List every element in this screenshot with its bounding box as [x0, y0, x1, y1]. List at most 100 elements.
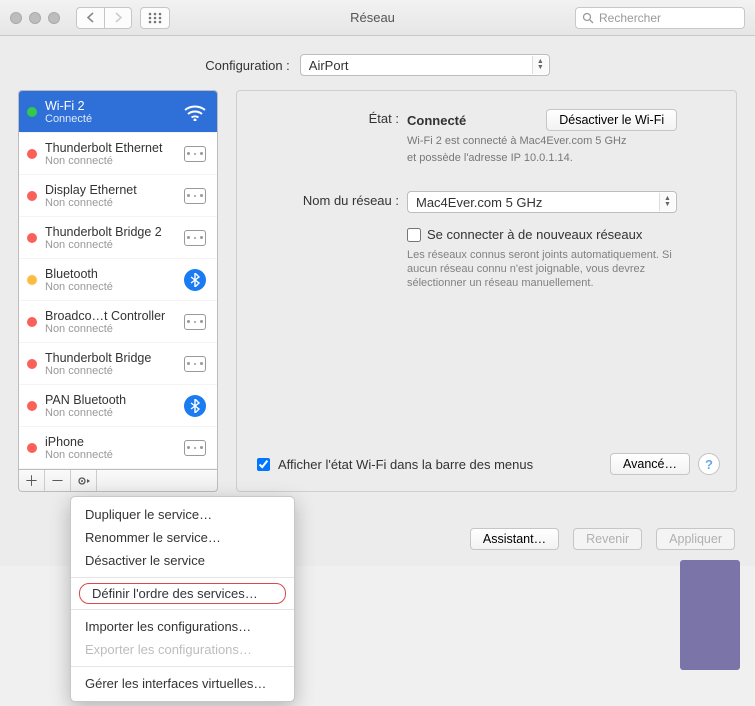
chevron-left-icon — [86, 12, 95, 23]
network-name-select[interactable]: Mac4Ever.com 5 GHz ▲▼ — [407, 191, 677, 213]
search-placeholder: Rechercher — [599, 11, 661, 25]
service-name: PAN Bluetooth — [45, 393, 173, 407]
status-dot-icon — [27, 317, 37, 327]
revert-button[interactable]: Revenir — [573, 528, 642, 550]
network-name-value: Mac4Ever.com 5 GHz — [416, 195, 542, 210]
location-row: Configuration : AirPort ▲▼ — [0, 36, 755, 90]
service-name: Thunderbolt Bridge — [45, 351, 173, 365]
ethernet-icon — [181, 353, 209, 375]
menu-duplicate-service[interactable]: Dupliquer le service… — [71, 503, 294, 526]
grid-icon — [148, 12, 162, 24]
remove-service-button[interactable]: － — [45, 470, 71, 491]
status-value: Connecté — [407, 113, 466, 128]
status-dot-icon — [27, 275, 37, 285]
toggle-wifi-button[interactable]: Désactiver le Wi-Fi — [546, 109, 677, 131]
menu-separator — [71, 609, 294, 610]
service-name: iPhone — [45, 435, 173, 449]
ethernet-icon — [181, 227, 209, 249]
status-dot-icon — [27, 107, 37, 117]
window-title: Réseau — [178, 10, 567, 25]
apply-button[interactable]: Appliquer — [656, 528, 735, 550]
assistant-button[interactable]: Assistant… — [470, 528, 559, 550]
search-icon — [582, 12, 594, 24]
service-status: Non connecté — [45, 449, 173, 461]
service-name: Display Ethernet — [45, 183, 173, 197]
connect-new-networks-checkbox[interactable] — [407, 228, 421, 242]
traffic-lights — [10, 12, 60, 24]
menu-separator — [71, 577, 294, 578]
network-name-label: Nom du réseau : — [237, 191, 407, 208]
status-dot-icon — [27, 233, 37, 243]
show-all-prefs-button[interactable] — [140, 7, 170, 29]
service-status: Non connecté — [45, 281, 173, 293]
menu-set-service-order[interactable]: Définir l'ordre des services… — [79, 583, 286, 604]
main-area: Wi-Fi 2ConnectéThunderbolt EthernetNon c… — [0, 90, 755, 510]
status-dot-icon — [27, 149, 37, 159]
zoom-icon[interactable] — [48, 12, 60, 24]
service-item[interactable]: Thunderbolt Bridge 2Non connecté — [19, 217, 217, 259]
ethernet-icon — [181, 311, 209, 333]
location-label: Configuration : — [205, 58, 290, 73]
advanced-button[interactable]: Avancé… — [610, 453, 690, 475]
close-icon[interactable] — [10, 12, 22, 24]
location-value: AirPort — [309, 58, 349, 73]
updown-icon: ▲▼ — [532, 56, 548, 74]
bluetooth-icon — [181, 395, 209, 417]
minimize-icon[interactable] — [29, 12, 41, 24]
service-item[interactable]: iPhoneNon connecté — [19, 427, 217, 469]
status-desc-1: Wi-Fi 2 est connecté à Mac4Ever.com 5 GH… — [407, 134, 720, 148]
service-item[interactable]: Wi-Fi 2Connecté — [19, 91, 217, 133]
menu-rename-service[interactable]: Renommer le service… — [71, 526, 294, 549]
service-actions-menu: Dupliquer le service… Renommer le servic… — [70, 496, 295, 702]
back-button[interactable] — [76, 7, 104, 29]
service-name: Thunderbolt Bridge 2 — [45, 225, 173, 239]
nav-buttons — [76, 7, 132, 29]
service-item[interactable]: Display EthernetNon connecté — [19, 175, 217, 217]
service-item[interactable]: Thunderbolt EthernetNon connecté — [19, 133, 217, 175]
bluetooth-icon — [181, 269, 209, 291]
service-list-footer: ＋ － — [18, 470, 218, 492]
service-status: Non connecté — [45, 365, 173, 377]
wifi-icon — [181, 101, 209, 123]
service-name: Bluetooth — [45, 267, 173, 281]
status-label: État : — [237, 109, 407, 126]
menu-import-configs[interactable]: Importer les configurations… — [71, 615, 294, 638]
add-service-button[interactable]: ＋ — [19, 470, 45, 491]
known-networks-hint: Les réseaux connus seront joints automat… — [407, 248, 677, 290]
service-actions-button[interactable] — [71, 470, 97, 491]
service-status: Non connecté — [45, 407, 173, 419]
menu-disable-service[interactable]: Désactiver le service — [71, 549, 294, 572]
updown-icon: ▲▼ — [659, 193, 675, 211]
ethernet-icon — [181, 143, 209, 165]
service-list[interactable]: Wi-Fi 2ConnectéThunderbolt EthernetNon c… — [18, 90, 218, 470]
status-dot-icon — [27, 191, 37, 201]
service-item[interactable]: Thunderbolt BridgeNon connecté — [19, 343, 217, 385]
service-status: Non connecté — [45, 323, 173, 335]
service-item[interactable]: PAN BluetoothNon connecté — [19, 385, 217, 427]
location-select[interactable]: AirPort ▲▼ — [300, 54, 550, 76]
service-name: Wi-Fi 2 — [45, 99, 173, 113]
ethernet-icon — [181, 437, 209, 459]
show-wifi-status-checkbox[interactable] — [257, 458, 270, 471]
service-sidebar: Wi-Fi 2ConnectéThunderbolt EthernetNon c… — [18, 90, 218, 492]
detail-panel: État : Connecté Désactiver le Wi-Fi Wi-F… — [236, 90, 737, 492]
forward-button[interactable] — [104, 7, 132, 29]
menu-manage-virtual-interfaces[interactable]: Gérer les interfaces virtuelles… — [71, 672, 294, 695]
menu-separator — [71, 666, 294, 667]
service-status: Non connecté — [45, 155, 173, 167]
service-item[interactable]: BluetoothNon connecté — [19, 259, 217, 301]
service-status: Connecté — [45, 113, 173, 125]
service-name: Thunderbolt Ethernet — [45, 141, 173, 155]
search-field[interactable]: Rechercher — [575, 7, 745, 29]
ethernet-icon — [181, 185, 209, 207]
menu-export-configs: Exporter les configurations… — [71, 638, 294, 661]
help-button[interactable]: ? — [698, 453, 720, 475]
gear-icon — [77, 475, 91, 487]
service-name: Broadco…t Controller — [45, 309, 173, 323]
service-item[interactable]: Broadco…t ControllerNon connecté — [19, 301, 217, 343]
connect-new-networks-label: Se connecter à de nouveaux réseaux — [427, 227, 642, 242]
status-desc-2: et possède l'adresse IP 10.0.1.14. — [407, 151, 720, 165]
chevron-right-icon — [114, 12, 123, 23]
show-wifi-status-label: Afficher l'état Wi-Fi dans la barre des … — [278, 457, 602, 472]
toolbar: Réseau Rechercher — [0, 0, 755, 36]
